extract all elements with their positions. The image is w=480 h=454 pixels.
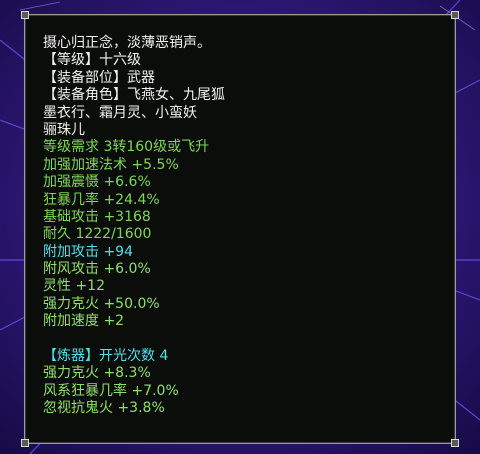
- tooltip-line: 基础攻击 +3168: [43, 208, 151, 225]
- tooltip-line: 灵性 +12: [43, 278, 105, 295]
- tooltip-line: 加强震慑 +6.6%: [43, 174, 151, 191]
- tooltip-line: 附加攻击 +94: [43, 243, 133, 260]
- tooltip-line: 【等级】十六级: [43, 52, 141, 69]
- tooltip-line: 【装备部位】武器: [43, 69, 155, 86]
- tooltip-text: 摄心归正念，淡薄恶销声。 【等级】十六级 【装备部位】武器 【装备角色】飞燕女、九尾狐…: [43, 35, 445, 418]
- corner-ornament: [21, 11, 29, 19]
- corner-ornament: [21, 439, 29, 447]
- tooltip-line: 风系狂暴几率 +7.0%: [43, 382, 179, 399]
- tooltip-line: 耐久 1222/1600: [43, 226, 152, 243]
- tooltip-line: 【装备角色】飞燕女、九尾狐: [43, 87, 225, 104]
- tooltip-line: 附风攻击 +6.0%: [43, 261, 151, 278]
- tooltip-line: 附加速度 +2: [43, 313, 125, 330]
- tooltip-line: 忽视抗鬼火 +3.8%: [43, 400, 165, 417]
- tooltip-line: 强力克火 +50.0%: [43, 295, 160, 312]
- tooltip-line: [43, 331, 445, 348]
- tooltip-line: 【炼器】开光次数 4: [43, 348, 169, 365]
- tooltip-line: 摄心归正念，淡薄恶销声。: [43, 35, 211, 51]
- corner-ornament: [451, 11, 459, 19]
- tooltip-line: 狂暴几率 +24.4%: [43, 191, 160, 208]
- item-tooltip-panel: 摄心归正念，淡薄恶销声。 【等级】十六级 【装备部位】武器 【装备角色】飞燕女、九尾狐…: [21, 11, 459, 447]
- tooltip-line: 强力克火 +8.3%: [43, 365, 151, 382]
- tooltip-line: 加强加速法术 +5.5%: [43, 156, 179, 173]
- tooltip-line: 骊珠儿: [43, 121, 85, 138]
- tooltip-line: 墨衣行、霜月灵、小蛮妖: [43, 104, 197, 121]
- corner-ornament: [451, 439, 459, 447]
- tooltip-line: 等级需求 3转160级或飞升: [43, 139, 210, 156]
